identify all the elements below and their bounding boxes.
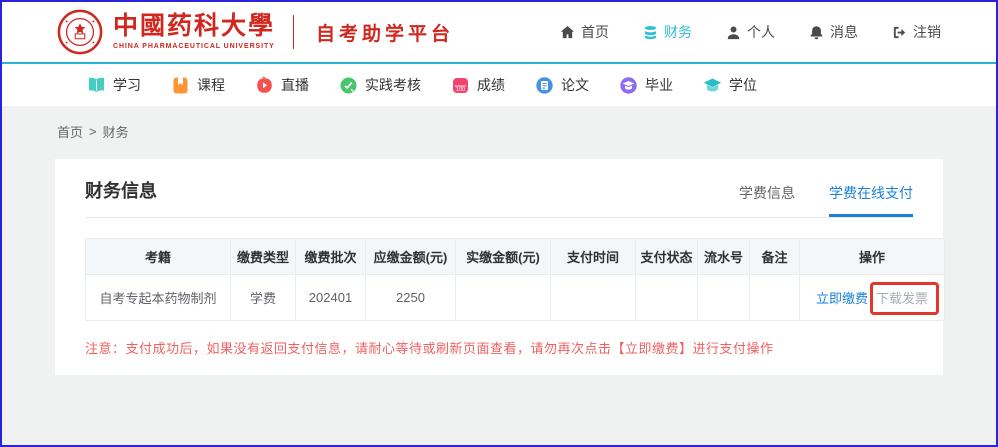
logout-icon — [892, 25, 907, 40]
platform-name: 自考助学平台 — [316, 19, 454, 46]
nav-label: 个人 — [747, 22, 775, 42]
practice-icon — [339, 76, 358, 95]
nav-label: 财务 — [664, 22, 692, 42]
subnav-label: 实践考核 — [365, 75, 421, 95]
breadcrumb-current: 财务 — [103, 122, 129, 141]
col-header-remark: 备注 — [750, 239, 800, 275]
payment-note: 注意：支付成功后，如果没有返回支付信息，请耐心等待或刷新页面查看，请勿再次点击【… — [85, 338, 913, 357]
tab-tuition-info[interactable]: 学费信息 — [739, 183, 795, 217]
cell-pay-status — [636, 275, 698, 321]
top-nav: 首页 财务 个人 消息 注销 — [560, 22, 941, 42]
subnav-label: 课程 — [197, 75, 225, 95]
university-seal-icon — [57, 9, 103, 55]
university-logo: 中國药科大學 CHINA PHARMACEUTICAL UNIVERSITY 自… — [57, 9, 454, 55]
annotation-highlight-box — [870, 282, 939, 315]
col-header-pay-type: 缴费类型 — [231, 239, 296, 275]
pay-now-link[interactable]: 立即缴费 — [816, 291, 868, 306]
col-header-kaoji: 考籍 — [86, 239, 231, 275]
bell-icon — [809, 25, 824, 40]
breadcrumb-home[interactable]: 首页 — [57, 122, 83, 141]
graduation-icon — [619, 76, 638, 95]
col-header-actions: 操作 — [800, 239, 945, 275]
col-header-pay-time: 支付时间 — [551, 239, 636, 275]
nav-item-logout[interactable]: 注销 — [892, 22, 941, 42]
col-header-serial: 流水号 — [698, 239, 750, 275]
cell-actions: 立即缴费下载发票 — [800, 275, 945, 321]
subnav-item-live[interactable]: 直播 — [255, 75, 309, 95]
subnav-item-practice[interactable]: 实践考核 — [339, 75, 421, 95]
breadcrumb: 首页 > 财务 — [2, 106, 996, 141]
browser-page: 中國药科大學 CHINA PHARMACEUTICAL UNIVERSITY 自… — [0, 0, 998, 447]
university-name-en: CHINA PHARMACEUTICAL UNIVERSITY — [113, 43, 275, 50]
module-nav: 学习 课程 直播 实践考核 100 成绩 论文 毕业 学位 — [2, 64, 996, 106]
content-area: 首页 > 财务 财务信息 学费信息 学费在线支付 考 — [2, 106, 996, 447]
header: 中國药科大學 CHINA PHARMACEUTICAL UNIVERSITY 自… — [2, 2, 996, 62]
subnav-label: 直播 — [281, 75, 309, 95]
person-icon — [726, 25, 741, 40]
table-row: 自考专起本药物制剂 学费 202401 2250 立即缴费下载发票 — [86, 275, 945, 321]
finance-info-card: 财务信息 学费信息 学费在线支付 考籍 缴费类型 缴费批次 — [55, 159, 943, 375]
payment-table: 考籍 缴费类型 缴费批次 应缴金额(元) 实缴金额(元) 支付时间 支付状态 流… — [85, 238, 945, 321]
nav-item-finance[interactable]: 财务 — [643, 22, 692, 42]
cell-remark — [750, 275, 800, 321]
col-header-amount-due: 应缴金额(元) — [366, 239, 456, 275]
degree-icon — [703, 76, 722, 95]
subnav-item-study[interactable]: 学习 — [87, 75, 141, 95]
finance-icon — [643, 25, 658, 40]
table-header-row: 考籍 缴费类型 缴费批次 应缴金额(元) 实缴金额(元) 支付时间 支付状态 流… — [86, 239, 945, 275]
live-icon — [255, 76, 274, 95]
logo-divider — [293, 15, 294, 49]
subnav-item-courses[interactable]: 课程 — [171, 75, 225, 95]
study-icon — [87, 76, 106, 95]
cell-amount-due: 2250 — [366, 275, 456, 321]
col-header-batch: 缴费批次 — [296, 239, 366, 275]
subnav-label: 成绩 — [477, 75, 505, 95]
nav-label: 首页 — [581, 22, 609, 42]
card-header: 财务信息 学费信息 学费在线支付 — [85, 177, 913, 218]
home-icon — [560, 25, 575, 40]
logo-text: 中國药科大學 CHINA PHARMACEUTICAL UNIVERSITY — [113, 14, 275, 50]
nav-item-messages[interactable]: 消息 — [809, 22, 858, 42]
subnav-item-scores[interactable]: 100 成绩 — [451, 75, 505, 95]
cell-batch: 202401 — [296, 275, 366, 321]
download-invoice-link[interactable]: 下载发票 — [876, 291, 928, 306]
breadcrumb-separator: > — [89, 124, 97, 139]
cell-serial — [698, 275, 750, 321]
tabs: 学费信息 学费在线支付 — [739, 183, 913, 217]
subnav-item-degree[interactable]: 学位 — [703, 75, 757, 95]
cell-pay-time — [551, 275, 636, 321]
subnav-label: 毕业 — [645, 75, 673, 95]
subnav-label: 论文 — [561, 75, 589, 95]
tab-online-payment[interactable]: 学费在线支付 — [829, 183, 913, 217]
subnav-label: 学习 — [113, 75, 141, 95]
cell-kaoji: 自考专起本药物制剂 — [86, 275, 231, 321]
score-icon: 100 — [451, 76, 470, 95]
col-header-pay-status: 支付状态 — [636, 239, 698, 275]
university-name-cn: 中國药科大學 — [113, 14, 275, 39]
subnav-label: 学位 — [729, 75, 757, 95]
nav-label: 注销 — [913, 22, 941, 42]
cell-amount-paid — [456, 275, 551, 321]
course-icon — [171, 76, 190, 95]
subnav-item-graduation[interactable]: 毕业 — [619, 75, 673, 95]
nav-label: 消息 — [830, 22, 858, 42]
page-title: 财务信息 — [85, 177, 157, 217]
thesis-icon — [535, 76, 554, 95]
nav-item-profile[interactable]: 个人 — [726, 22, 775, 42]
subnav-item-thesis[interactable]: 论文 — [535, 75, 589, 95]
svg-text:100: 100 — [456, 87, 465, 93]
col-header-amount-paid: 实缴金额(元) — [456, 239, 551, 275]
nav-item-home[interactable]: 首页 — [560, 22, 609, 42]
cell-pay-type: 学费 — [231, 275, 296, 321]
